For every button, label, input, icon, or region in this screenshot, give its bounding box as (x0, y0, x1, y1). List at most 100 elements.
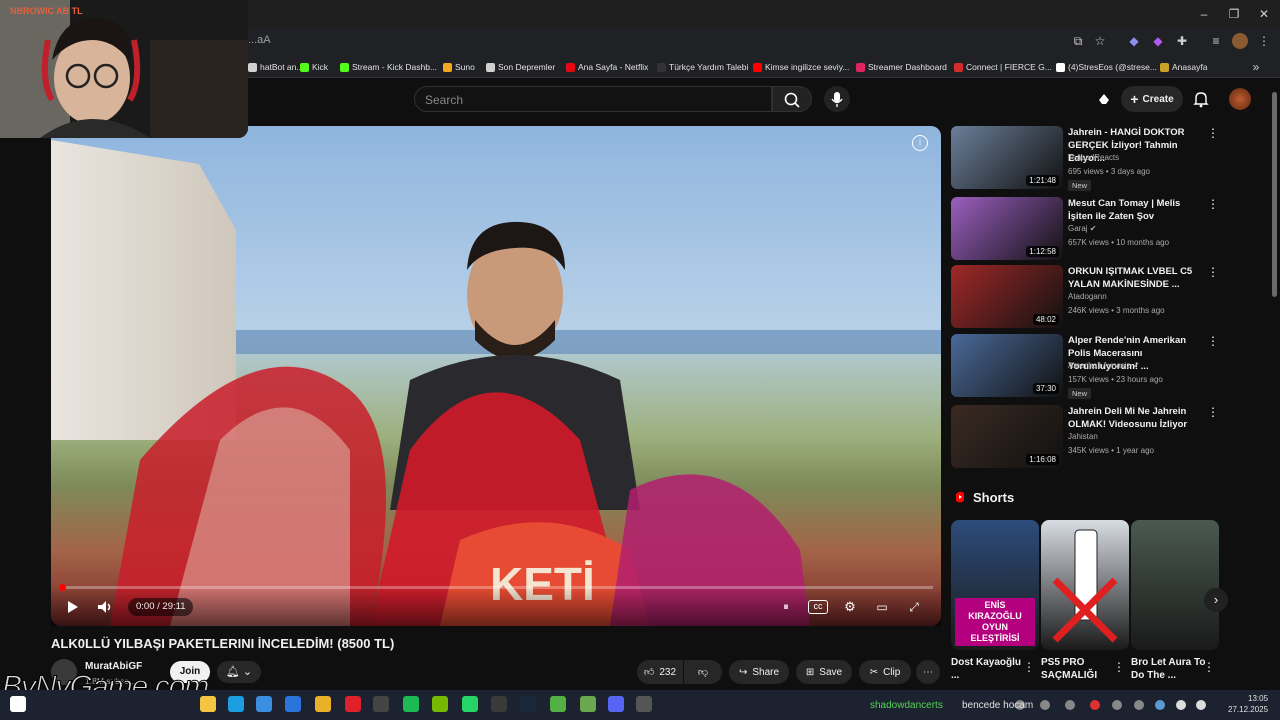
outlook-icon[interactable] (285, 696, 301, 712)
more-vertical-icon[interactable]: ⋮ (1203, 660, 1215, 674)
recommendation-channel[interactable]: Atadogann (1068, 292, 1107, 301)
tray-icon[interactable] (1090, 700, 1100, 710)
notifications-button[interactable] (1192, 90, 1210, 108)
more-vertical-icon[interactable]: ⋮ (1207, 265, 1219, 279)
bookmark-item[interactable]: Suno (443, 60, 475, 74)
upload-icon[interactable] (1096, 91, 1112, 107)
chevron-right-icon[interactable]: » (1248, 59, 1264, 75)
bookmark-item[interactable]: Son Depremler (486, 60, 555, 74)
bookmark-item[interactable]: Kimse ingilizce seviy... (753, 60, 849, 74)
app-icon[interactable] (636, 696, 652, 712)
recommendation-thumbnail[interactable]: 37:30 (951, 334, 1063, 397)
chrome-icon[interactable] (315, 696, 331, 712)
close-button[interactable]: ✕ (1254, 6, 1274, 22)
mute-button[interactable] (95, 597, 115, 617)
bookmark-item[interactable]: Streamer Dashboard (856, 60, 947, 74)
save-button[interactable]: ⊞ Save (796, 660, 852, 684)
screen-share-icon[interactable]: ⧉ (1070, 33, 1086, 49)
more-vertical-icon[interactable]: ⋮ (1207, 126, 1219, 140)
taskbar-clock[interactable]: 13:05 27.12.2025 (1228, 693, 1268, 715)
recommendation-item[interactable]: 1:21:48 Jahrein - HANGİ DOKTOR GERÇEK İzl… (951, 126, 1221, 191)
edge-icon[interactable] (228, 696, 244, 712)
bookmark-star-icon[interactable]: ☆ (1092, 33, 1108, 49)
recommendation-thumbnail[interactable]: 48:02 (951, 265, 1063, 328)
search-icon[interactable] (10, 696, 26, 712)
profile-avatar-icon[interactable] (1232, 33, 1248, 49)
voice-search-button[interactable] (824, 86, 850, 112)
xbox-icon[interactable] (550, 696, 566, 712)
recommendation-title[interactable]: Mesut Can Tomay | Melis İşiten ile Zaten… (1068, 197, 1204, 223)
store-icon[interactable] (256, 696, 272, 712)
more-vertical-icon[interactable]: ⋮ (1207, 334, 1219, 348)
short-thumbnail[interactable] (1041, 520, 1129, 650)
like-button[interactable]: 👍︎ 232 (637, 660, 683, 684)
extension-icon[interactable]: ◆ (1126, 33, 1142, 49)
search-button[interactable] (772, 86, 812, 112)
more-actions-button[interactable]: ⋯ (916, 660, 940, 684)
terminal-icon[interactable] (491, 696, 507, 712)
extensions-puzzle-icon[interactable]: ✚ (1174, 33, 1190, 49)
menu-dots-icon[interactable]: ⋮ (1256, 33, 1272, 49)
more-vertical-icon[interactable]: ⋮ (1207, 197, 1219, 211)
file-explorer-icon[interactable] (200, 696, 216, 712)
tray-icon[interactable] (1134, 700, 1144, 710)
recommendation-thumbnail[interactable]: 1:16:08 (951, 405, 1063, 468)
settings-gear-icon[interactable]: ⚙ (840, 597, 860, 617)
minecraft-icon[interactable] (580, 696, 596, 712)
obs-icon[interactable] (373, 696, 389, 712)
recommendation-channel[interactable]: TeapodReacts (1068, 153, 1119, 162)
subtitles-button[interactable]: cc (808, 600, 828, 614)
nvidia-icon[interactable] (432, 696, 448, 712)
autoplay-toggle[interactable]: ⏸ (776, 597, 796, 617)
fullscreen-icon[interactable]: ⤢ (904, 597, 924, 617)
recommendation-title[interactable]: ORKUN IŞITMAK LVBEL C5 YALAN MAKİNESİNDE… (1068, 265, 1204, 291)
more-vertical-icon[interactable]: ⋮ (1113, 660, 1125, 674)
whatsapp-icon[interactable] (462, 696, 478, 712)
discord-icon[interactable] (608, 696, 624, 712)
recommendation-item[interactable]: 37:30 Alper Rende'nin Amerikan Polis Mace… (951, 334, 1221, 399)
tray-icon[interactable] (1155, 700, 1165, 710)
recommendation-item[interactable]: 1:16:08 Jahrein Deli Mi Ne Jahrein OLMAK!… (951, 405, 1221, 469)
bookmark-item[interactable]: Anasayfa (1160, 60, 1207, 74)
reading-list-icon[interactable]: ≡ (1208, 33, 1224, 49)
recommendation-channel[interactable]: Jahistan (1068, 432, 1098, 441)
extension-icon[interactable]: ◆ (1150, 33, 1166, 49)
short-title[interactable]: PS5 PRO SAÇMALIĞI (1041, 656, 1117, 682)
minimize-button[interactable]: – (1194, 6, 1214, 22)
scrollbar[interactable] (1272, 92, 1277, 297)
short-title[interactable]: Bro Let Aura To Do The ... (1131, 656, 1207, 682)
volume-icon[interactable] (1196, 700, 1206, 710)
info-icon[interactable]: i (912, 135, 928, 151)
clip-button[interactable]: ✂ Clip (859, 660, 911, 684)
progress-bar[interactable] (59, 584, 933, 591)
dislike-button[interactable]: 👎︎ (684, 660, 722, 684)
recommendation-item[interactable]: 1:12:58 Mesut Can Tomay | Melis İşiten il… (951, 197, 1221, 261)
bookmark-item[interactable]: Stream - Kick Dashb... (340, 60, 437, 74)
shorts-next-button[interactable]: › (1204, 588, 1228, 612)
short-title[interactable]: Dost Kayaoğlu ... (951, 656, 1027, 682)
url-field[interactable]: ...aA (248, 34, 1068, 50)
recommendation-channel[interactable]: Amerikali Aynasiz ✔ (1068, 361, 1139, 370)
recommendation-item[interactable]: 48:02 ORKUN IŞITMAK LVBEL C5 YALAN MAKİNE… (951, 265, 1221, 329)
short-thumbnail[interactable]: ENİS KIRAZOĞLU OYUN ELEŞTİRİSİ (951, 520, 1039, 650)
bookmark-item[interactable]: Kick (300, 60, 328, 74)
more-vertical-icon[interactable]: ⋮ (1207, 405, 1219, 419)
bookmark-item[interactable]: (4)StresEos (@strese... (1056, 60, 1157, 74)
bookmark-item[interactable]: Ana Sayfa - Netflix (566, 60, 648, 74)
opera-icon[interactable] (345, 696, 361, 712)
recommendation-thumbnail[interactable]: 1:12:58 (951, 197, 1063, 260)
more-vertical-icon[interactable]: ⋮ (1023, 660, 1035, 674)
share-button[interactable]: ↪ Share (729, 660, 789, 684)
spotify-icon[interactable] (403, 696, 419, 712)
search-input[interactable]: Search (414, 86, 772, 112)
play-button[interactable] (62, 597, 82, 617)
bookmark-item[interactable]: Türkçe Yardım Talebi (657, 60, 748, 74)
wifi-icon[interactable] (1176, 700, 1186, 710)
recommendation-thumbnail[interactable]: 1:21:48 (951, 126, 1063, 189)
account-avatar[interactable] (1229, 88, 1251, 110)
tray-icon[interactable] (1112, 700, 1122, 710)
theater-mode-icon[interactable]: ▭ (872, 597, 892, 617)
short-thumbnail[interactable] (1131, 520, 1219, 650)
bookmark-item[interactable]: Connect | FIERCE G... (954, 60, 1052, 74)
create-button[interactable]: + Create (1121, 86, 1183, 112)
